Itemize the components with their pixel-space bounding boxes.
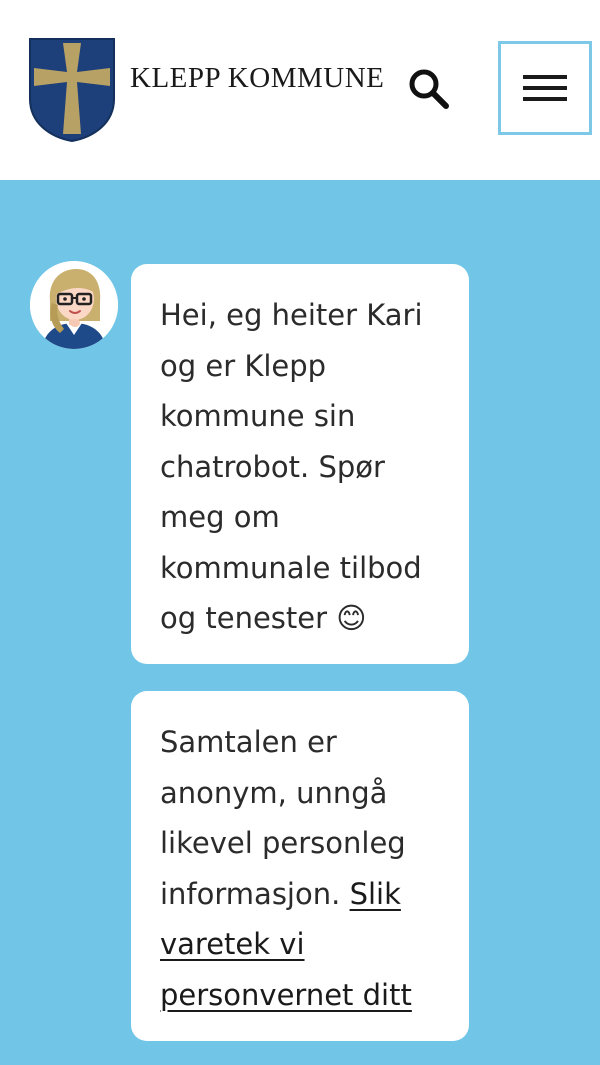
message-text: Hei, eg heiter Kari og er Klepp kommune … bbox=[160, 298, 423, 635]
search-icon bbox=[409, 69, 449, 109]
bot-avatar-kari-icon bbox=[30, 261, 118, 349]
site-header: KLEPP KOMMUNE bbox=[0, 0, 600, 180]
bot-avatar bbox=[30, 261, 118, 349]
chat-message-greeting: Hei, eg heiter Kari og er Klepp kommune … bbox=[131, 264, 469, 664]
search-button[interactable] bbox=[404, 64, 454, 114]
chat-message-privacy: Samtalen er anonym, unngå likevel person… bbox=[131, 691, 469, 1041]
brand-name[interactable]: KLEPP KOMMUNE bbox=[130, 62, 384, 95]
klepp-coat-of-arms-icon[interactable] bbox=[28, 37, 116, 143]
chat-area: Hei, eg heiter Kari og er Klepp kommune … bbox=[0, 180, 600, 1065]
hamburger-menu-icon bbox=[523, 75, 567, 101]
menu-button[interactable] bbox=[498, 41, 592, 135]
